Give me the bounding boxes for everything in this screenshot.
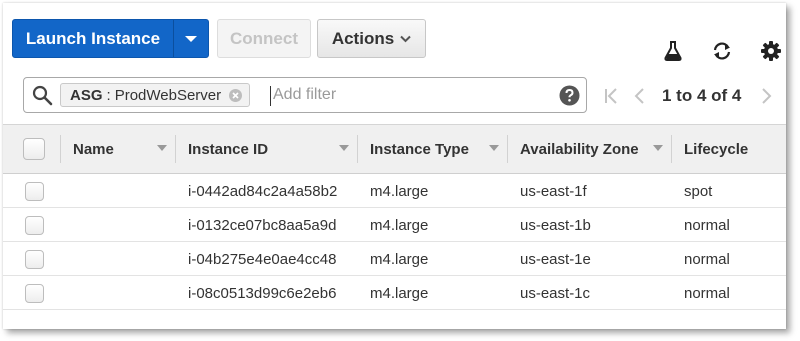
- lifecycle: spot: [684, 182, 713, 200]
- filter-token-key: ASG: [70, 86, 103, 104]
- sort-caret-icon: [489, 145, 499, 151]
- table-row[interactable]: i-08c0513d99c6e2eb6 m4.large us-east-1c …: [3, 276, 786, 310]
- filter-token-value: ProdWebServer: [114, 86, 222, 104]
- select-all-checkbox[interactable]: [23, 138, 45, 160]
- actions-button[interactable]: Actions: [317, 19, 426, 58]
- remove-token-icon[interactable]: [228, 88, 243, 103]
- availability-zone: us-east-1e: [520, 250, 591, 268]
- connect-label: Connect: [230, 28, 298, 48]
- instance-id: i-0442ad84c2a4a58b2: [188, 182, 338, 200]
- instance-id: i-08c0513d99c6e2eb6: [188, 284, 337, 302]
- actions-label: Actions: [331, 28, 395, 48]
- launch-dropdown-caret-icon[interactable]: [174, 35, 208, 43]
- instances-table: Name Instance ID Instance Type Availabil…: [3, 124, 786, 310]
- ec2-instances-panel: Launch Instance Connect Actions ASG: Pr…: [3, 3, 786, 329]
- column-header-lifecycle[interactable]: Lifecycle: [671, 125, 786, 173]
- launch-instance-button[interactable]: Launch Instance: [12, 19, 209, 58]
- lifecycle: normal: [684, 250, 730, 268]
- column-header-instance-type[interactable]: Instance Type: [357, 125, 507, 173]
- table-row[interactable]: i-0132ce07bc8aa5a9d m4.large us-east-1b …: [3, 208, 786, 242]
- instance-type: m4.large: [370, 250, 429, 268]
- row-checkbox[interactable]: [25, 181, 44, 201]
- search-icon: [32, 85, 53, 111]
- availability-zone: us-east-1f: [520, 182, 587, 200]
- table-row[interactable]: i-04b275e4e0ae4cc48 m4.large us-east-1e …: [3, 242, 786, 276]
- instance-type: m4.large: [370, 182, 429, 200]
- lifecycle: normal: [684, 216, 730, 234]
- availability-zone: us-east-1b: [520, 216, 591, 234]
- filter-token-asg[interactable]: ASG : ProdWebServer: [60, 83, 251, 107]
- instance-id: i-0132ce07bc8aa5a9d: [188, 216, 337, 234]
- sort-caret-icon: [339, 145, 349, 151]
- row-checkbox[interactable]: [25, 215, 44, 235]
- chevron-down-icon: [400, 35, 411, 43]
- flask-icon[interactable]: [664, 41, 682, 61]
- table-row[interactable]: i-0442ad84c2a4a58b2 m4.large us-east-1f …: [3, 174, 786, 208]
- availability-zone: us-east-1c: [520, 284, 591, 302]
- row-checkbox[interactable]: [25, 283, 44, 303]
- add-filter-input[interactable]: [273, 82, 543, 108]
- table-header: Name Instance ID Instance Type Availabil…: [3, 124, 786, 174]
- gear-icon[interactable]: [761, 41, 781, 61]
- instance-id: i-04b275e4e0ae4cc48: [188, 250, 337, 268]
- launch-instance-label: Launch Instance: [25, 28, 161, 48]
- connect-button[interactable]: Connect: [217, 19, 311, 58]
- instance-type: m4.large: [370, 284, 429, 302]
- filter-token-operator: :: [106, 86, 111, 104]
- lifecycle: normal: [684, 284, 730, 302]
- help-icon[interactable]: [559, 85, 580, 111]
- next-page-icon[interactable]: [761, 87, 773, 105]
- refresh-icon[interactable]: [711, 41, 733, 61]
- select-all-cell: [23, 125, 49, 173]
- toolbar: Launch Instance Connect Actions: [3, 3, 786, 81]
- sort-caret-icon: [653, 145, 663, 151]
- column-header-availability-zone[interactable]: Availability Zone: [507, 125, 671, 173]
- column-header-name[interactable]: Name: [60, 125, 175, 173]
- sort-caret-icon: [157, 145, 167, 151]
- pagination-summary: 1 to 4 of 4: [662, 86, 742, 105]
- previous-page-icon[interactable]: [633, 87, 645, 105]
- first-page-icon[interactable]: [603, 87, 619, 105]
- column-header-instance-id[interactable]: Instance ID: [175, 125, 357, 173]
- filter-bar[interactable]: ASG : ProdWebServer: [23, 77, 587, 113]
- row-checkbox[interactable]: [25, 249, 44, 269]
- instance-type: m4.large: [370, 216, 429, 234]
